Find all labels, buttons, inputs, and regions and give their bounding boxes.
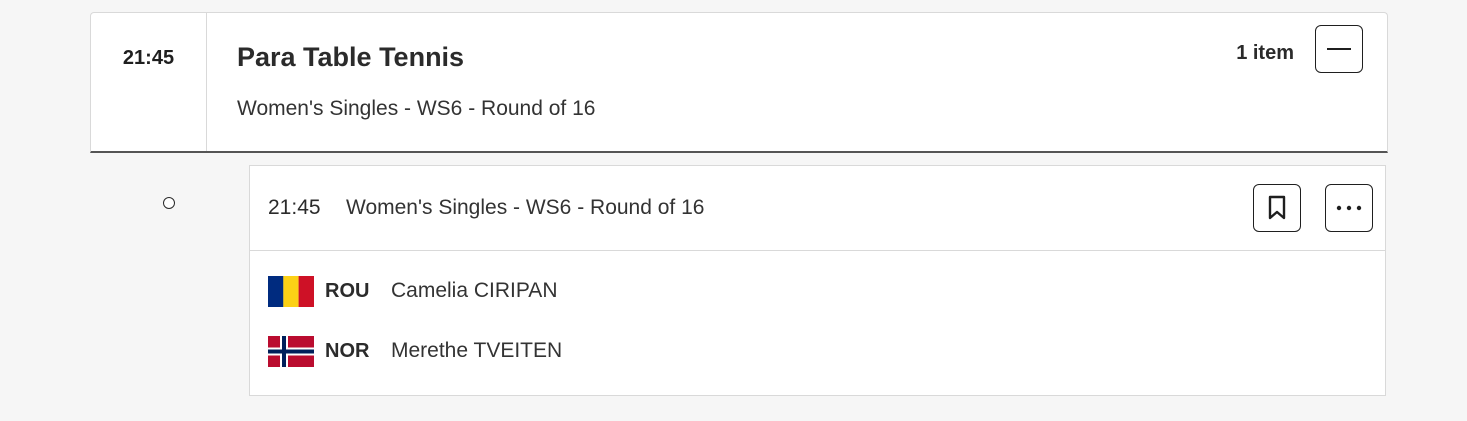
- noc-code: ROU: [325, 279, 370, 302]
- event-time: 21:45: [268, 196, 321, 219]
- more-options-button[interactable]: [1325, 184, 1373, 232]
- athlete-name[interactable]: Merethe TVEITEN: [391, 339, 562, 363]
- competitor-row[interactable]: ROU Camelia CIRIPAN: [268, 275, 557, 307]
- noc-code: NOR: [325, 339, 370, 362]
- event-card: 21:45 Women's Singles - WS6 - Round of 1…: [249, 165, 1386, 396]
- more-horizontal-icon: [1336, 205, 1362, 211]
- competitor-row[interactable]: NOR Merethe TVEITEN: [268, 335, 562, 367]
- collapse-button[interactable]: [1315, 25, 1363, 73]
- timeline-dot: [163, 197, 175, 209]
- item-count: 1 item: [1236, 42, 1294, 64]
- norway-flag-icon: [268, 335, 314, 367]
- session-time: 21:45: [91, 13, 207, 151]
- bookmark-button[interactable]: [1253, 184, 1301, 232]
- event-name[interactable]: Women's Singles - WS6 - Round of 16: [346, 196, 704, 220]
- session-subtitle: Women's Singles - WS6 - Round of 16: [237, 97, 596, 120]
- romania-flag-icon: [268, 275, 314, 307]
- athlete-name[interactable]: Camelia CIRIPAN: [391, 279, 557, 303]
- bookmark-icon: [1268, 195, 1286, 220]
- session-title[interactable]: Para Table Tennis: [237, 42, 464, 73]
- event-header: 21:45 Women's Singles - WS6 - Round of 1…: [250, 166, 1385, 251]
- session-card: 21:45 Para Table Tennis Women's Singles …: [90, 12, 1388, 153]
- minus-icon: [1327, 48, 1351, 50]
